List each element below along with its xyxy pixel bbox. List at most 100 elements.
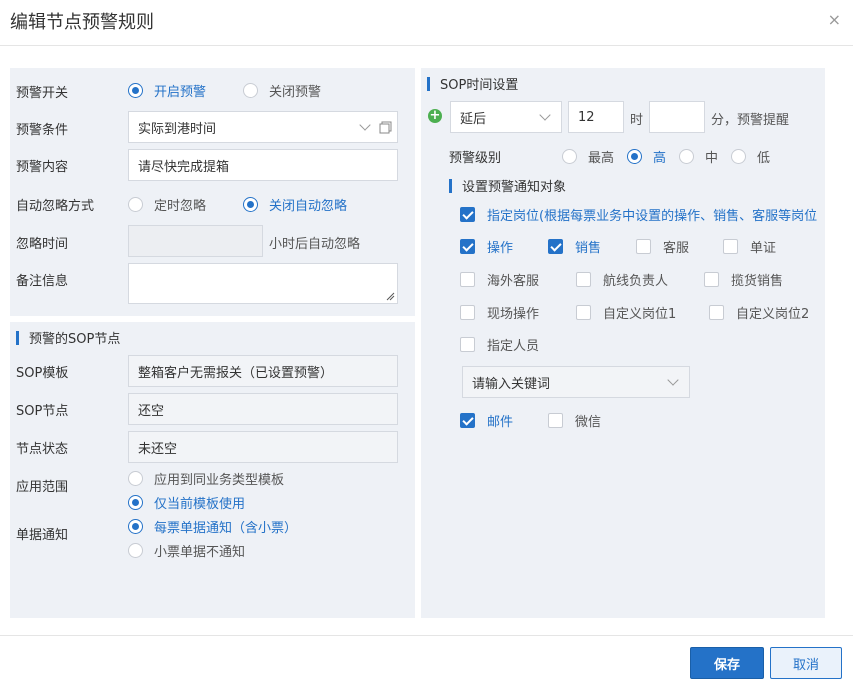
cargo-sales-label: 揽货销售	[731, 274, 784, 289]
site-op-checkbox[interactable]: 现场操作	[460, 303, 539, 322]
scope-label: 应用范围	[16, 480, 69, 495]
remark-label: 备注信息	[16, 274, 69, 289]
wechat-checkbox[interactable]: 微信	[548, 411, 601, 430]
resize-handle-icon[interactable]	[385, 291, 395, 301]
add-icon[interactable]: +	[428, 109, 442, 123]
custom-role-2-label: 自定义岗位2	[736, 307, 810, 322]
docs-label: 单证	[750, 241, 777, 256]
alert-content-input[interactable]: 请尽快完成提箱	[128, 149, 398, 181]
route-owner-label: 航线负责人	[603, 274, 669, 289]
alert-condition-label: 预警条件	[16, 123, 69, 138]
save-button[interactable]: 保存	[690, 647, 764, 679]
scope-current-radio[interactable]: 仅当前模板使用	[128, 493, 245, 512]
close-icon[interactable]: ×	[828, 10, 841, 29]
dialog-title: 编辑节点预警规则	[10, 12, 154, 33]
notify-none-radio[interactable]: 小票单据不通知	[128, 541, 245, 560]
alert-condition-select[interactable]: 实际到港时间	[128, 111, 398, 143]
overseas-cs-checkbox[interactable]: 海外客服	[460, 270, 539, 289]
sales-label: 销售	[575, 241, 602, 256]
minutes-input[interactable]	[649, 101, 705, 133]
assigned-role-label: 指定岗位(根据每票业务中设置的操作、销售、客服等岗位	[487, 209, 818, 224]
copy-icon[interactable]	[379, 121, 392, 134]
assigned-person-checkbox[interactable]: 指定人员	[460, 335, 539, 354]
level-highest-radio[interactable]: 最高	[562, 147, 614, 166]
alert-condition-value: 实际到港时间	[138, 121, 217, 137]
sop-node-value: 还空	[138, 403, 165, 419]
delay-mode-select[interactable]: 延后	[450, 101, 562, 133]
assigned-role-checkbox[interactable]: 指定岗位(根据每票业务中设置的操作、销售、客服等岗位	[460, 205, 817, 224]
email-label: 邮件	[487, 415, 514, 430]
sop-template-value: 整箱客户无需报关（已设置预警）	[138, 365, 334, 381]
sop-node-section-title: 预警的SOP节点	[29, 332, 121, 347]
alert-on-label: 开启预警	[154, 85, 207, 100]
title-divider	[0, 45, 853, 46]
chevron-down-icon	[539, 109, 551, 121]
cargo-sales-checkbox[interactable]: 揽货销售	[704, 270, 783, 289]
alert-switch-label: 预警开关	[16, 86, 69, 101]
sop-node-section-header: 预警的SOP节点	[16, 328, 120, 347]
sop-time-section-header: SOP时间设置	[427, 74, 518, 93]
chevron-down-icon	[667, 374, 679, 386]
delay-mode-value: 延后	[460, 111, 487, 127]
notify-none-label: 小票单据不通知	[154, 545, 246, 560]
notify-all-label: 每票单据通知（含小票）	[154, 521, 298, 536]
level-low-radio[interactable]: 低	[731, 147, 770, 166]
site-op-label: 现场操作	[487, 307, 540, 322]
scope-current-label: 仅当前模板使用	[154, 497, 246, 512]
timed-ignore-label: 定时忽略	[154, 199, 207, 214]
node-status-value: 未还空	[138, 441, 178, 457]
hours-value: 12	[578, 109, 595, 125]
sop-node-label: SOP节点	[16, 404, 69, 419]
notify-all-radio[interactable]: 每票单据通知（含小票）	[128, 517, 297, 536]
remark-textarea[interactable]	[128, 263, 398, 304]
level-high-radio[interactable]: 高	[627, 147, 666, 166]
custom-role-1-checkbox[interactable]: 自定义岗位1	[576, 303, 676, 322]
sop-time-section-title: SOP时间设置	[440, 78, 519, 93]
custom-role-1-label: 自定义岗位1	[603, 307, 677, 322]
email-checkbox[interactable]: 邮件	[460, 411, 513, 430]
node-status-label: 节点状态	[16, 442, 69, 457]
scope-same-type-radio[interactable]: 应用到同业务类型模板	[128, 469, 284, 488]
notify-targets-header: 设置预警通知对象	[449, 176, 566, 195]
minute-suffix-label: 分，预警提醒	[711, 113, 790, 128]
sop-template-field: 整箱客户无需报关（已设置预警）	[128, 355, 398, 387]
custom-role-2-checkbox[interactable]: 自定义岗位2	[709, 303, 809, 322]
alert-level-label: 预警级别	[449, 151, 502, 166]
alert-content-value: 请尽快完成提箱	[138, 159, 230, 175]
route-owner-checkbox[interactable]: 航线负责人	[576, 270, 668, 289]
docs-checkbox[interactable]: 单证	[723, 237, 776, 256]
cs-label: 客服	[663, 241, 690, 256]
timed-ignore-radio[interactable]: 定时忽略	[128, 195, 206, 214]
level-mid-radio[interactable]: 中	[679, 147, 718, 166]
notify-label: 单据通知	[16, 528, 69, 543]
assigned-person-label: 指定人员	[487, 339, 540, 354]
keyword-select[interactable]: 请输入关键词	[462, 366, 690, 398]
keyword-placeholder: 请输入关键词	[472, 376, 551, 392]
node-status-field: 未还空	[128, 431, 398, 463]
overseas-cs-label: 海外客服	[487, 274, 540, 289]
sop-node-field: 还空	[128, 393, 398, 425]
sales-checkbox[interactable]: 销售	[548, 237, 601, 256]
ignore-time-label: 忽略时间	[16, 237, 69, 252]
level-high-label: 高	[653, 151, 667, 166]
level-low-label: 低	[757, 151, 771, 166]
alert-on-radio[interactable]: 开启预警	[128, 81, 206, 100]
footer-divider	[0, 635, 853, 636]
notify-targets-title: 设置预警通知对象	[462, 180, 567, 195]
ignore-time-suffix: 小时后自动忽略	[269, 237, 361, 252]
auto-ignore-off-label: 关闭自动忽略	[269, 199, 348, 214]
level-mid-label: 中	[705, 151, 719, 166]
cancel-button[interactable]: 取消	[770, 647, 842, 679]
operation-checkbox[interactable]: 操作	[460, 237, 513, 256]
hours-input[interactable]: 12	[568, 101, 624, 133]
cs-checkbox[interactable]: 客服	[636, 237, 689, 256]
auto-ignore-off-radio[interactable]: 关闭自动忽略	[243, 195, 347, 214]
level-highest-label: 最高	[588, 151, 615, 166]
ignore-time-input[interactable]	[128, 225, 263, 257]
operation-label: 操作	[487, 241, 514, 256]
alert-off-label: 关闭预警	[269, 85, 322, 100]
chevron-down-icon	[359, 119, 371, 131]
scope-same-type-label: 应用到同业务类型模板	[154, 473, 285, 488]
alert-off-radio[interactable]: 关闭预警	[243, 81, 321, 100]
sop-template-label: SOP模板	[16, 366, 69, 381]
